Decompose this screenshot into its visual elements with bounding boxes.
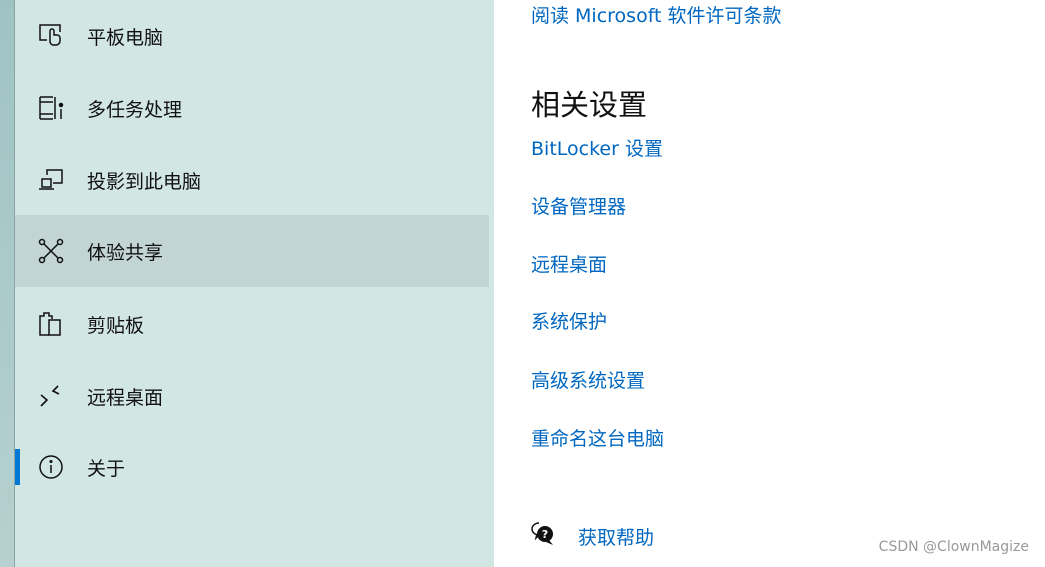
info-icon xyxy=(38,454,64,480)
related-settings-heading: 相关设置 xyxy=(531,88,648,122)
sidebar-item-tablet[interactable]: 平板电脑 xyxy=(15,0,489,72)
sidebar: 平板电脑 多任务处理 投影到此电脑 体验共享 剪贴板 远程桌面 关于 xyxy=(15,0,506,567)
bitlocker-link[interactable]: BitLocker 设置 xyxy=(531,134,663,161)
sidebar-item-clipboard[interactable]: 剪贴板 xyxy=(15,288,489,360)
clipboard-icon xyxy=(38,311,64,337)
sidebar-item-shared-experiences[interactable]: 体验共享 xyxy=(15,215,489,287)
advanced-system-settings-link[interactable]: 高级系统设置 xyxy=(531,366,645,393)
watermark: CSDN @ClownMagize xyxy=(878,539,1029,555)
project-icon xyxy=(38,167,64,193)
svg-text:?: ? xyxy=(542,528,548,541)
sidebar-item-label: 多任务处理 xyxy=(87,98,183,121)
tablet-icon xyxy=(38,23,64,49)
remote-desktop-icon xyxy=(38,383,64,409)
sidebar-item-label: 体验共享 xyxy=(87,241,164,264)
remote-desktop-link[interactable]: 远程桌面 xyxy=(531,250,607,277)
sidebar-item-about[interactable]: 关于 xyxy=(15,431,489,503)
selection-indicator xyxy=(15,449,20,485)
sidebar-item-label: 远程桌面 xyxy=(87,386,164,409)
get-help-link[interactable]: 获取帮助 xyxy=(578,523,654,550)
sidebar-item-remote-desktop[interactable]: 远程桌面 xyxy=(15,360,489,432)
help-icon: ? xyxy=(530,521,556,551)
multitasking-icon xyxy=(38,95,64,121)
sidebar-item-label: 投影到此电脑 xyxy=(87,170,202,193)
license-link[interactable]: 阅读 Microsoft 软件许可条款 xyxy=(531,1,782,28)
sidebar-item-label: 剪贴板 xyxy=(87,314,145,337)
rename-pc-link[interactable]: 重命名这台电脑 xyxy=(531,424,664,451)
sidebar-item-label: 关于 xyxy=(87,457,126,480)
system-protection-link[interactable]: 系统保护 xyxy=(531,307,607,334)
sidebar-item-label: 平板电脑 xyxy=(87,26,164,49)
sidebar-item-multitasking[interactable]: 多任务处理 xyxy=(15,72,489,144)
shared-experiences-icon xyxy=(38,238,64,264)
sidebar-item-project[interactable]: 投影到此电脑 xyxy=(15,144,489,216)
device-manager-link[interactable]: 设备管理器 xyxy=(531,192,626,219)
main-content: 阅读 Microsoft 软件许可条款 相关设置 BitLocker 设置 设备… xyxy=(494,0,1045,567)
desktop-edge xyxy=(0,0,15,567)
